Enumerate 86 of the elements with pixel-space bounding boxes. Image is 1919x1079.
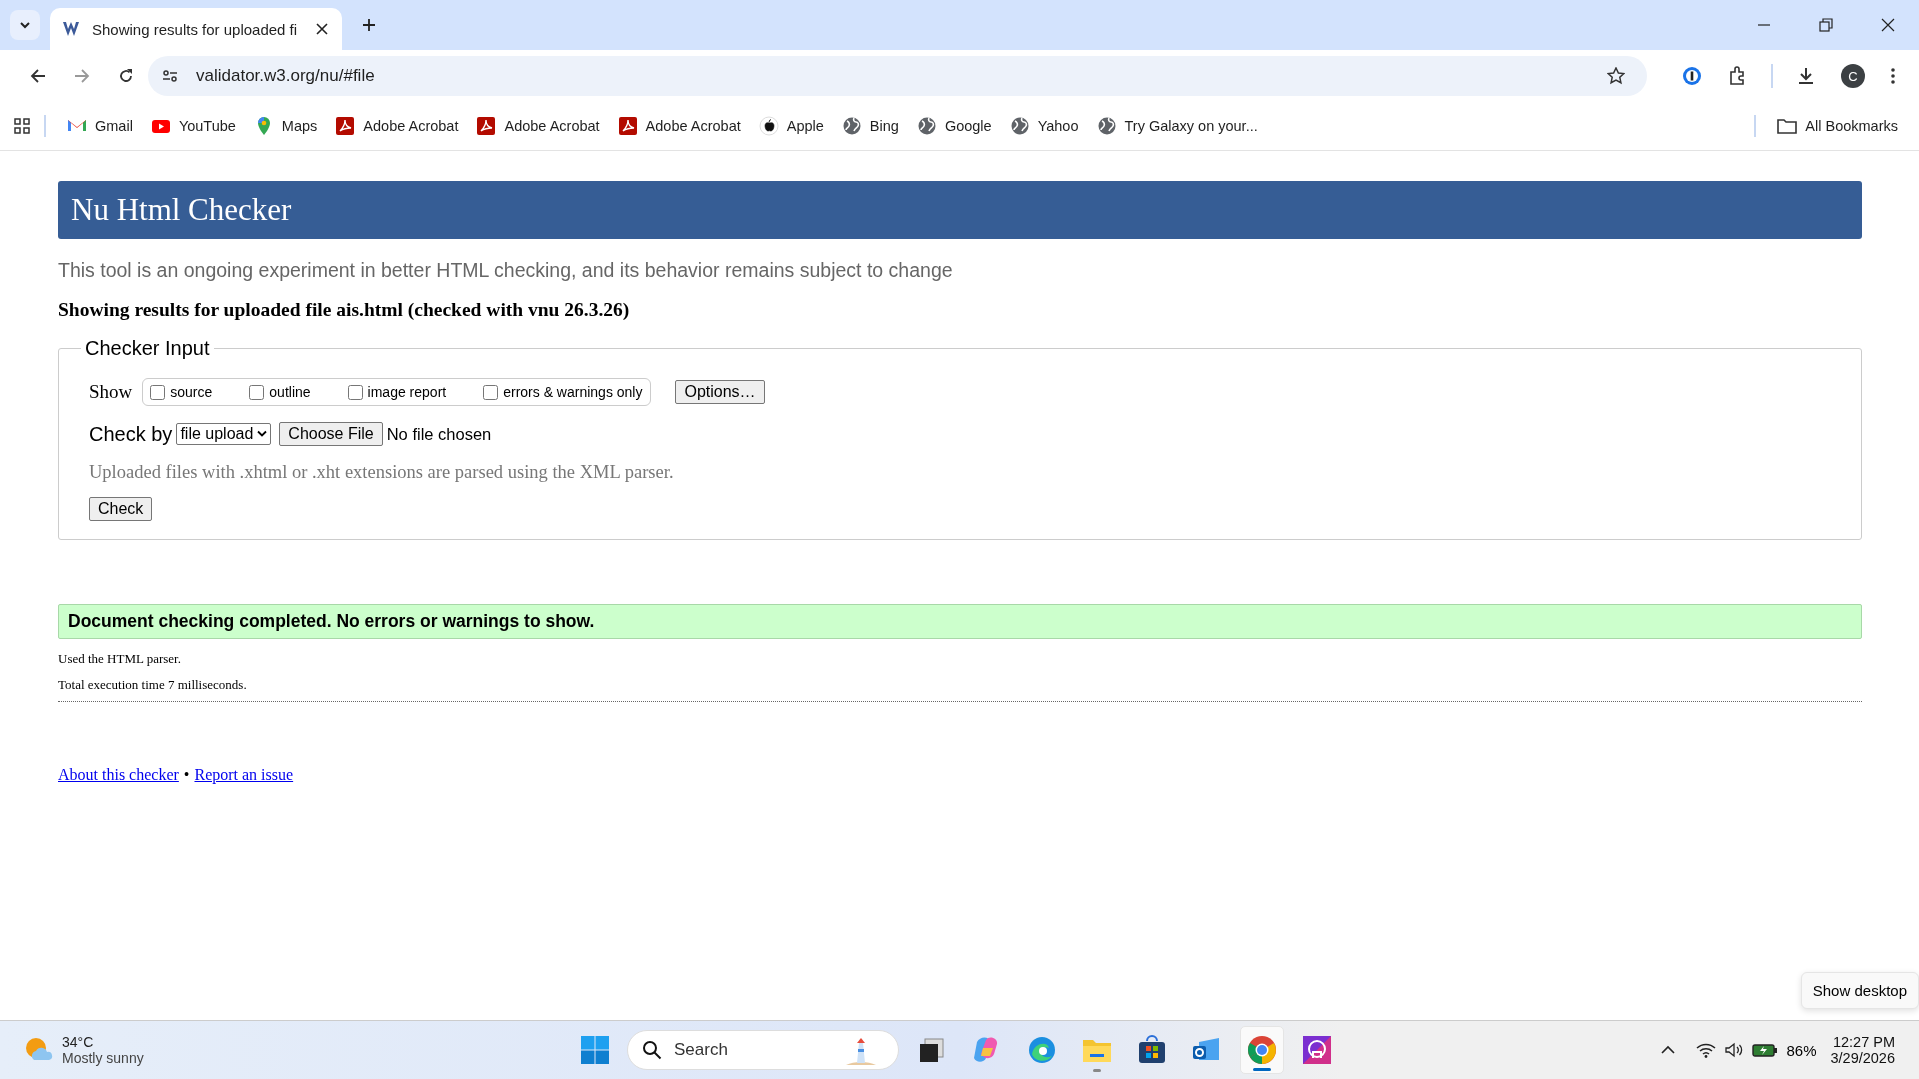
globe-icon xyxy=(916,116,937,136)
tab-title: Showing results for uploaded fi xyxy=(92,20,299,38)
show-label: Show xyxy=(89,381,133,403)
document-icon xyxy=(617,116,638,136)
clock[interactable]: 12:27 PM 3/29/2026 xyxy=(1830,1034,1895,1066)
checkbox[interactable] xyxy=(483,385,499,400)
tooltip: Show desktop xyxy=(1800,972,1919,1009)
success-message: Document checking completed. No errors or warnings to show. xyxy=(58,604,1862,639)
folder-icon xyxy=(1777,117,1798,135)
close-icon[interactable] xyxy=(1881,18,1895,32)
bookmark[interactable]: Gmail xyxy=(60,112,140,140)
bookmark[interactable]: Bing xyxy=(834,112,906,140)
browser-tab[interactable]: Showing results for uploaded fi xyxy=(50,8,342,50)
logo-icon xyxy=(62,20,82,38)
checkbox-label: outline xyxy=(269,384,311,400)
bookmark[interactable]: YouTube xyxy=(143,112,243,140)
weather-condition: Mostly sunny xyxy=(62,1050,144,1066)
search-icon xyxy=(642,1040,662,1060)
address-bar[interactable]: validator.w3.org/nu/#file xyxy=(148,56,1647,96)
detail-text: Total execution time 7 milliseconds. xyxy=(58,677,248,693)
restore-icon[interactable] xyxy=(1819,18,1833,32)
bookmark[interactable]: Maps xyxy=(246,112,325,140)
bookmark[interactable]: Apple xyxy=(751,112,831,140)
chevron-up-icon[interactable] xyxy=(1660,1045,1677,1055)
check-by-label: Check by xyxy=(89,422,173,446)
battery-percentage: 86% xyxy=(1786,1041,1817,1059)
star-icon[interactable] xyxy=(1607,67,1625,85)
bookmark[interactable]: Adobe Acrobat xyxy=(469,112,607,140)
site-settings-icon[interactable] xyxy=(162,69,178,83)
results-heading: Showing results for uploaded file ais.html (checked with vnu 26.3.26) xyxy=(58,299,631,321)
battery-charging-icon xyxy=(1752,1042,1779,1058)
checkbox[interactable] xyxy=(249,385,265,400)
app-icon xyxy=(1301,1034,1333,1066)
choose-file-button[interactable]: Choose File xyxy=(279,422,383,446)
document-icon xyxy=(335,116,356,136)
tab-list-button[interactable] xyxy=(10,10,40,40)
checkbox-label: image report xyxy=(367,384,447,400)
wave-icon xyxy=(1026,1034,1058,1066)
bookmark[interactable]: Google xyxy=(909,112,999,140)
all-bookmarks-button[interactable]: All Bookmarks xyxy=(1770,113,1905,139)
wifi-icon xyxy=(1696,1042,1717,1058)
check-by-dropdown[interactable]: file upload xyxy=(176,423,272,445)
globe-icon xyxy=(1096,116,1117,136)
footer-link[interactable]: Report an issue xyxy=(194,766,294,783)
options-button[interactable]: Options… xyxy=(675,380,765,404)
shopping-bag-icon xyxy=(1136,1034,1168,1066)
page-header: Nu Html Checker xyxy=(58,181,1862,239)
document-icon xyxy=(476,116,497,136)
url-text: validator.w3.org/nu/#file xyxy=(196,66,375,86)
apps-grid-icon[interactable] xyxy=(14,118,30,134)
footer-link[interactable]: About this checker xyxy=(58,766,179,783)
menu-icon[interactable] xyxy=(1890,67,1896,85)
bookmark[interactable]: Adobe Acrobat xyxy=(610,112,748,140)
detail-text: Used the HTML parser. xyxy=(58,651,182,667)
parser-note: Uploaded files with .xhtml or .xht extensions are parsed using the XML parser. xyxy=(89,462,675,483)
new-tab-icon[interactable] xyxy=(362,18,376,32)
intro-text: This tool is an ongoing experiment in better HTML checking, and its behavior remains subject to change xyxy=(58,259,954,282)
file-status: No file chosen xyxy=(386,424,492,444)
chevron-down-icon xyxy=(257,430,268,438)
bookmark[interactable]: Try Galaxy on your... xyxy=(1089,112,1265,140)
bookmark[interactable]: Yahoo xyxy=(1002,112,1086,140)
apple-icon xyxy=(758,116,779,136)
bookmark[interactable]: Adobe Acrobat xyxy=(328,112,466,140)
weather-widget[interactable]: 34°C Mostly sunny xyxy=(24,1034,144,1066)
checkbox-label: source xyxy=(170,384,213,400)
back-icon[interactable] xyxy=(30,68,46,84)
globe-icon xyxy=(841,116,862,136)
globe-icon xyxy=(1009,116,1030,136)
panel-legend: Checker Input xyxy=(81,337,214,360)
checkbox[interactable] xyxy=(150,385,166,400)
circle-logo-icon xyxy=(1246,1034,1278,1066)
download-icon[interactable] xyxy=(1796,66,1816,86)
reload-icon[interactable] xyxy=(118,68,134,84)
system-tray[interactable]: 86% xyxy=(1696,1041,1817,1059)
taskbar-search[interactable]: Search xyxy=(627,1030,899,1070)
close-icon[interactable] xyxy=(316,23,328,35)
windows-start-icon[interactable] xyxy=(580,1035,610,1065)
checkbox-label: errors & warnings only xyxy=(503,384,643,400)
profile-avatar[interactable]: C xyxy=(1841,64,1865,88)
checkbox[interactable] xyxy=(347,385,363,400)
check-button[interactable]: Check xyxy=(89,497,153,521)
forward-icon[interactable] xyxy=(74,68,90,84)
temperature: 34°C xyxy=(62,1034,95,1050)
volume-icon xyxy=(1724,1042,1745,1058)
separator: • xyxy=(183,766,190,783)
password-manager-icon[interactable] xyxy=(1682,66,1702,86)
